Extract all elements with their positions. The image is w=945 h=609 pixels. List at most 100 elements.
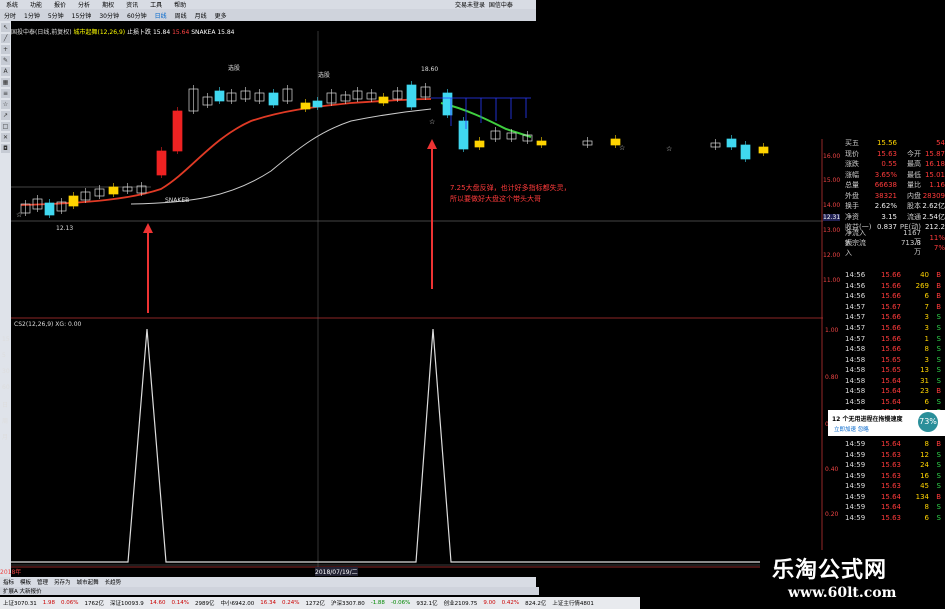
date-cursor-label: 2018/07/19/二 [315, 567, 358, 576]
status-item: 0.06% [61, 600, 79, 606]
trade-status[interactable]: 交易未登录 [455, 2, 485, 9]
tick-list[interactable]: 14:56 15.66 40 B 14:56 15.66 269 B 14:56 15.66 6 B 1… [845, 270, 945, 523]
status-item: 上证主行情4801 [552, 601, 594, 607]
quote-value: 3.65% [874, 170, 897, 179]
quote-value2: 54 [936, 139, 945, 148]
status-item: 沪深3307.80 [330, 601, 365, 607]
tool-star-icon[interactable]: ☆ [1, 100, 10, 109]
tool-cursor-icon[interactable]: ↖ [1, 23, 10, 32]
tab-manage[interactable]: 管理 [37, 578, 48, 586]
status-item: 0.24% [281, 600, 300, 606]
tick-side: S [936, 461, 941, 470]
menu-analysis[interactable]: 分析 [78, 0, 90, 9]
tick-price: 15.66 [880, 313, 901, 322]
tick-row: 14:58 15.64 23 B [845, 386, 945, 397]
popup-action[interactable]: 立即加速 忽略 [834, 425, 869, 433]
tick-volume: 16 [920, 471, 929, 480]
tick-side: S [936, 482, 941, 491]
menu-tools[interactable]: 工具 [150, 0, 162, 9]
watermark-url: www.60lt.com [788, 585, 897, 601]
tool-grid-icon[interactable]: ▦ [1, 78, 10, 87]
quote-row: 买五 15.56 54 [845, 138, 945, 149]
status-item: 9.00 [483, 600, 496, 606]
tab-city-dance[interactable]: 城市起舞 [77, 578, 99, 586]
tool-pen-icon[interactable]: ✎ [1, 56, 10, 65]
tick-side: S [936, 313, 941, 322]
tool-box-icon[interactable]: □ [1, 122, 10, 131]
menu-function[interactable]: 功能 [30, 0, 42, 9]
tick-volume: 8 [924, 503, 929, 512]
tick-side: S [936, 334, 941, 343]
menu-quote[interactable]: 报价 [54, 0, 66, 9]
svg-text:☆: ☆ [666, 145, 672, 153]
menu-news[interactable]: 资讯 [126, 0, 138, 9]
tick-time: 14:57 [845, 313, 866, 322]
tool-ruler-icon[interactable]: ≡ [1, 89, 10, 98]
speedup-popup[interactable]: 12 个无用进程在拖慢速度 立即加速 忽略 73% [828, 410, 945, 436]
period-60m[interactable]: 60分钟 [127, 11, 147, 20]
quote-key: 净资 [845, 212, 859, 221]
tool-line-icon[interactable]: ╱ [1, 34, 10, 43]
low-price-label: 12.13 [56, 225, 74, 232]
tick-volume: 45 [920, 482, 929, 491]
broker-name: 国信中泰 [488, 2, 513, 9]
tick-row: 14:58 15.64 31 S [845, 375, 945, 386]
period-tick[interactable]: 分时 [4, 11, 16, 20]
period-more[interactable]: 更多 [215, 11, 227, 20]
period-week[interactable]: 周线 [175, 11, 187, 20]
arrow-right-icon [427, 139, 437, 289]
period-day[interactable]: 日线 [155, 11, 167, 20]
quote-value2: 7% [933, 244, 945, 253]
tick-volume: 12 [920, 450, 929, 459]
period-1m[interactable]: 1分钟 [24, 11, 40, 20]
tick-side: S [936, 503, 941, 512]
menu-system[interactable]: 系统 [6, 0, 18, 9]
tab-indicator[interactable]: 指标 [3, 578, 14, 586]
menu-help[interactable]: 帮助 [174, 0, 186, 9]
quote-row: 总量 66638 量比 1.16 [845, 180, 945, 191]
period-15m[interactable]: 15分钟 [72, 11, 92, 20]
tool-zoom-icon[interactable]: + [1, 45, 10, 54]
arrow-left-icon [143, 223, 153, 313]
status-item: 0.42% [501, 600, 520, 606]
tick-row: 14:58 15.64 6 S [845, 397, 945, 408]
tab-long-trend[interactable]: 长趋势 [105, 578, 122, 586]
quote-value2: 15.87 [924, 149, 945, 158]
tick-row: 14:59 15.63 24 S [845, 460, 945, 471]
tool-arrow-icon[interactable]: ↗ [1, 111, 10, 120]
tick-time: 14:58 [845, 355, 866, 364]
tick-side: B [936, 492, 941, 501]
indicator-name[interactable]: 城市起舞(12,26,9) [74, 29, 126, 36]
tick-time: 14:56 [845, 271, 866, 280]
tool-text-icon[interactable]: A [1, 67, 10, 76]
period-5m[interactable]: 5分钟 [48, 11, 64, 20]
annotation-line-1: 7.25大盘反弹，也计好多指标都失灵， [450, 184, 571, 192]
quote-value: 38321 [874, 191, 897, 200]
quote-key: 换手 [845, 202, 859, 211]
kline-chart[interactable]: ☆ ☆ ☆ ☆ [11, 21, 823, 581]
tool-delete-icon[interactable]: ✕ [1, 133, 10, 142]
tick-time: 14:58 [845, 376, 866, 385]
menu-options[interactable]: 期权 [102, 0, 114, 9]
ma-label: SNAKEB [165, 197, 190, 204]
quote-value: 0.55 [881, 160, 897, 169]
quote-row: 大宗流入 713.8万 7% [845, 239, 945, 257]
tool-lock-icon[interactable]: ◘ [1, 144, 10, 153]
tick-price: 15.64 [880, 440, 901, 449]
stop-label: 止损卜跌 [127, 29, 152, 36]
period-30m[interactable]: 30分钟 [99, 11, 119, 20]
sub-nav[interactable]: 扩展A 大新报价 [0, 587, 539, 595]
tick-time: 14:59 [845, 482, 866, 491]
tab-save-as[interactable]: 另存为 [54, 578, 71, 586]
tick-price: 15.64 [880, 397, 901, 406]
status-item: 中小6942.00 [220, 601, 255, 607]
tab-template[interactable]: 模板 [20, 578, 31, 586]
quote-row: 净资 3.15 流通 2.54亿 [845, 212, 945, 223]
speed-badge[interactable]: 73% [918, 412, 938, 432]
tick-row: 14:58 15.65 3 S [845, 354, 945, 365]
ind-axis-040: 0.40 [825, 466, 839, 473]
tick-price: 15.66 [880, 271, 901, 280]
status-item: 2989亿 [194, 601, 215, 607]
stop-value: 15.84 [152, 29, 171, 36]
period-month[interactable]: 月线 [195, 11, 207, 20]
